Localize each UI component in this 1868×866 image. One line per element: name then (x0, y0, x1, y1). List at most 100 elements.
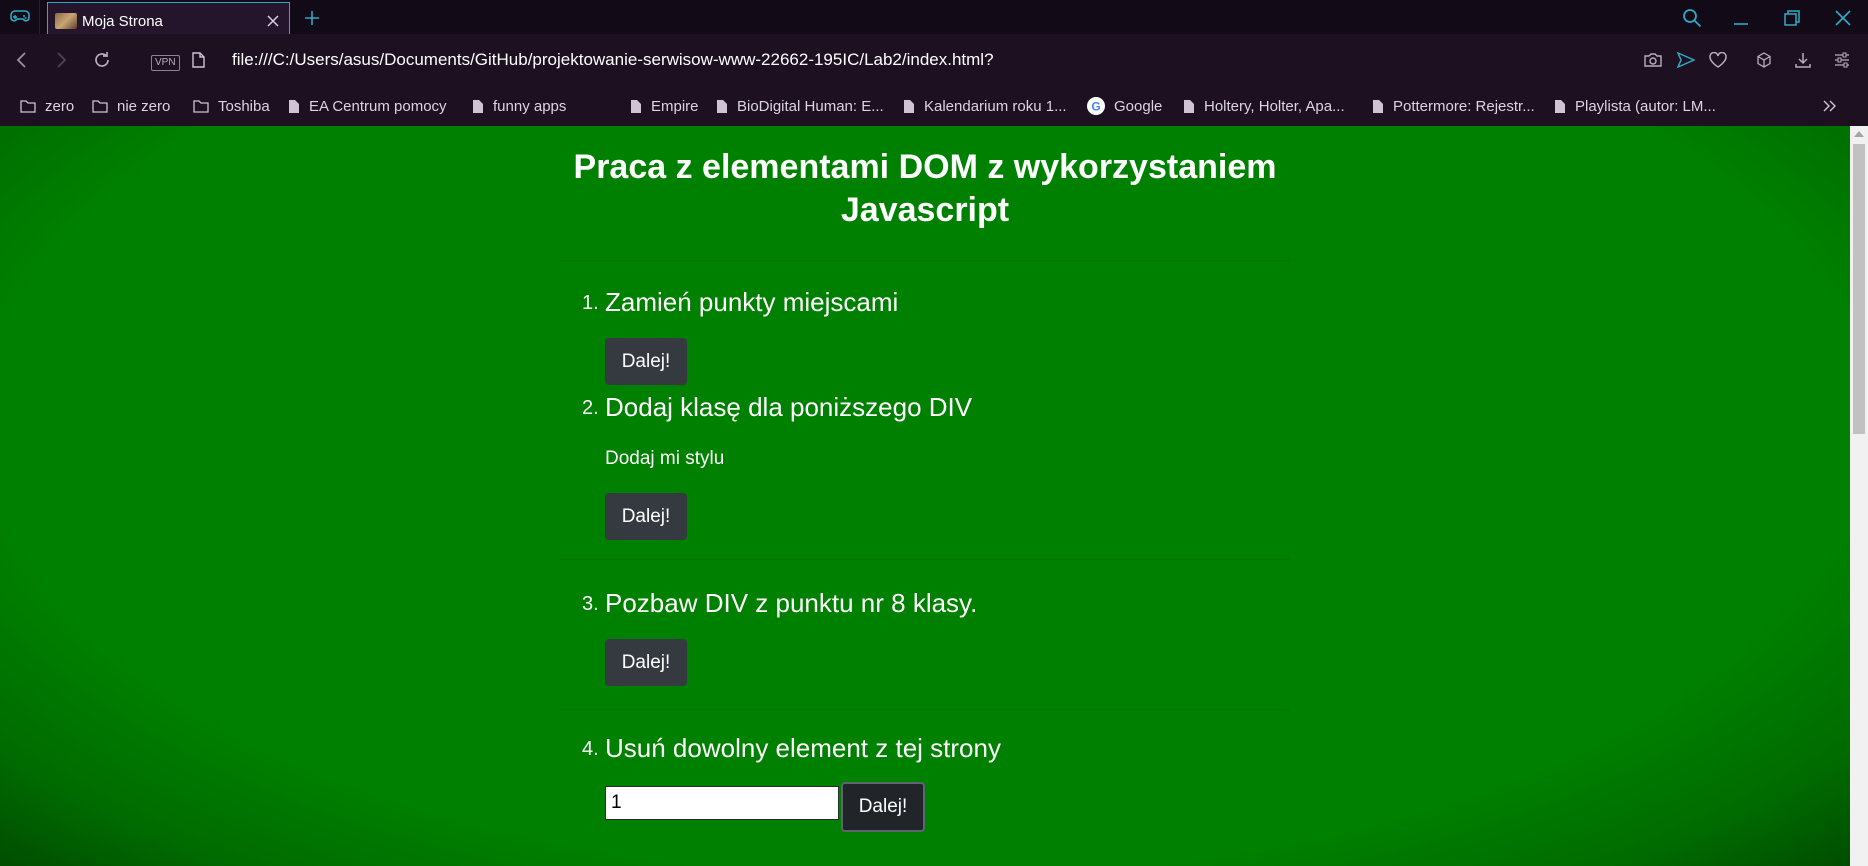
search-tabs-button[interactable] (1675, 4, 1709, 32)
page-icon (1372, 99, 1384, 114)
close-window-button[interactable] (1826, 4, 1860, 32)
folder-icon (92, 99, 108, 113)
bookmark-item[interactable]: BioDigital Human: E... (716, 95, 884, 117)
download-icon (1795, 53, 1811, 68)
minimize-icon (1734, 23, 1748, 25)
task-text: Dodaj klasę dla poniższego DIV (605, 392, 973, 422)
gamepad-icon (9, 10, 30, 22)
bookmark-label: Toshiba (218, 97, 270, 115)
bookmarks-overflow-button[interactable] (1818, 94, 1842, 118)
bookmarks-bar: zero nie zero Toshiba EA Centrum pomocy … (0, 86, 1868, 126)
bookmark-label: Empire (651, 97, 699, 115)
bookmark-item[interactable]: Empire (630, 95, 699, 117)
page-icon (630, 99, 642, 114)
page-viewport: Praca z elementami DOM z wykorzystaniem … (0, 126, 1850, 866)
task-number: 4. (582, 738, 599, 760)
vpn-badge[interactable]: VPN (151, 55, 180, 71)
plus-icon (305, 11, 319, 25)
page-info-icon[interactable] (192, 52, 205, 73)
task-text: Zamień punkty miejscami (605, 287, 899, 317)
bookmark-item[interactable]: Playlista (autor: LM... (1554, 95, 1716, 117)
camera-icon (1644, 53, 1662, 67)
styled-div: Dodaj mi stylu (605, 448, 725, 469)
bookmark-label: nie zero (117, 97, 171, 115)
heart-icon (1709, 52, 1727, 68)
send-icon (1677, 52, 1695, 68)
task-text: Usuń dowolny element z tej strony (605, 733, 1001, 763)
task-number: 3. (582, 593, 599, 615)
bookmark-label: Google (1114, 97, 1163, 115)
bookmark-item[interactable]: Toshiba (193, 95, 270, 117)
bookmark-item[interactable]: EA Centrum pomocy (288, 95, 447, 117)
page-icon (288, 99, 300, 114)
bookmark-label: EA Centrum pomocy (309, 97, 447, 115)
url-field[interactable]: file:///C:/Users/asus/Documents/GitHub/p… (232, 50, 994, 70)
bookmark-label: funny apps (493, 97, 567, 115)
divider (560, 260, 1290, 261)
restore-icon (1784, 10, 1800, 26)
reload-button[interactable] (88, 46, 116, 74)
back-button[interactable] (8, 46, 36, 74)
bookmark-item[interactable]: nie zero (92, 95, 170, 117)
divider (560, 559, 1290, 560)
next-button[interactable]: Dalej! (841, 782, 925, 832)
folder-icon (193, 99, 209, 113)
bookmark-item[interactable]: funny apps (472, 95, 566, 117)
cube-icon (1757, 52, 1771, 68)
close-icon (1835, 10, 1851, 26)
page-title: Praca z elementami DOM z wykorzystaniem … (573, 148, 1277, 229)
tab-title: Moja Strona (82, 12, 163, 30)
settings-button[interactable] (1829, 47, 1855, 73)
page-icon (472, 99, 484, 114)
element-number-input[interactable] (605, 786, 839, 820)
minimize-button[interactable] (1724, 4, 1758, 32)
bookmark-item[interactable]: G Google (1087, 95, 1162, 117)
forward-button[interactable] (47, 46, 75, 74)
gamepad-button[interactable] (0, 0, 40, 34)
close-icon (267, 15, 279, 27)
next-button[interactable]: Dalej! (605, 338, 687, 385)
bookmark-label: BioDigital Human: E... (737, 97, 884, 115)
bookmark-item[interactable]: Holtery, Holter, Apa... (1183, 95, 1345, 117)
folder-icon (20, 99, 36, 113)
chevrons-right-icon (1823, 100, 1836, 112)
bookmark-item[interactable]: Kalendarium roku 1... (903, 95, 1067, 117)
bookmark-label: Pottermore: Rejestr... (1393, 97, 1535, 115)
divider (560, 709, 1290, 710)
scroll-up-arrow-icon[interactable] (1854, 131, 1864, 137)
new-tab-button[interactable] (300, 6, 324, 30)
back-icon (16, 52, 26, 68)
page-icon (1183, 99, 1195, 114)
bookmark-label: zero (45, 97, 75, 115)
sliders-icon (1835, 52, 1849, 68)
address-bar: VPN file:///C:/Users/asus/Documents/GitH… (0, 34, 1868, 86)
forward-icon (57, 52, 67, 68)
extensions-button[interactable] (1751, 47, 1777, 73)
next-button[interactable]: Dalej! (605, 639, 687, 686)
search-icon (1683, 9, 1702, 28)
page-icon (716, 99, 728, 114)
downloads-button[interactable] (1790, 47, 1816, 73)
favorite-button[interactable] (1705, 47, 1731, 73)
svg-text:G: G (1091, 100, 1100, 114)
bookmark-item[interactable]: Pottermore: Rejestr... (1372, 95, 1535, 117)
reload-icon (95, 52, 109, 67)
page-icon (1554, 99, 1566, 114)
tab-close-button[interactable] (261, 9, 285, 33)
bookmark-label: Kalendarium roku 1... (924, 97, 1067, 115)
task-number: 2. (582, 397, 599, 419)
google-icon: G (1087, 97, 1105, 115)
task-text: Pozbaw DIV z punktu nr 8 klasy. (605, 588, 978, 618)
send-button[interactable] (1673, 47, 1699, 73)
page-icon (903, 99, 915, 114)
page-scrollbar[interactable] (1850, 126, 1868, 866)
task-number: 1. (582, 292, 599, 314)
scrollbar-thumb[interactable] (1853, 144, 1865, 434)
bookmark-item[interactable]: zero (20, 95, 74, 117)
snapshot-button[interactable] (1640, 47, 1666, 73)
next-button[interactable]: Dalej! (605, 493, 687, 540)
bookmark-label: Playlista (autor: LM... (1575, 97, 1716, 115)
tab-bar: Moja Strona (0, 0, 1868, 39)
restore-button[interactable] (1775, 4, 1809, 32)
tab-favicon-icon (55, 13, 77, 29)
